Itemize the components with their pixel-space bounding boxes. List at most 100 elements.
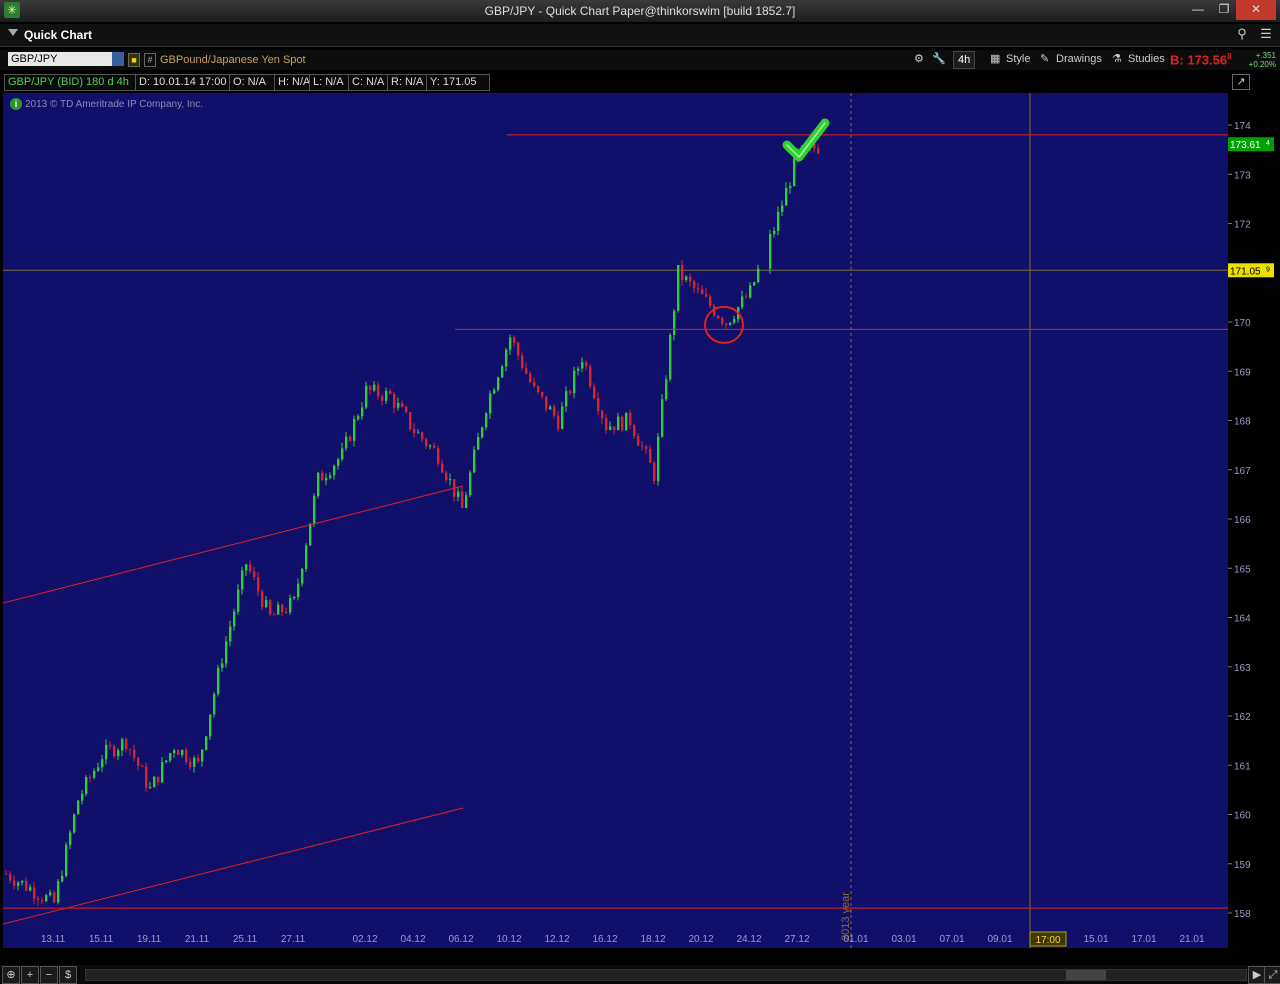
candle-body [89,777,92,779]
candle-body [793,158,796,187]
candle-body [557,415,560,429]
candle-body [693,281,696,289]
expand-icon[interactable]: ⤢ [1264,966,1280,984]
candle-body [465,495,468,508]
candle-body [221,663,224,668]
collapse-arrow-icon[interactable] [8,29,18,36]
candle-body [513,337,516,343]
x-tick-label: 24.12 [736,934,761,945]
candle-body [361,407,364,417]
y-tick-label: 165 [1234,564,1251,575]
candle-body [293,597,296,599]
timeframe-button[interactable]: 4h [953,51,976,69]
wrench-icon[interactable]: 🔧 [932,51,946,67]
settings-icon[interactable]: ⚙ [914,51,924,67]
drawings-button[interactable]: Drawings [1056,51,1102,67]
candle-body [509,337,512,350]
candle-body [437,448,440,464]
price-change: +.351 +0.20% [1246,51,1276,69]
candle-body [61,875,64,882]
candle-body [157,776,160,783]
dollar-icon[interactable]: $ [59,966,77,984]
price-label-suffix: 9 [1266,266,1270,273]
candle-body [449,479,452,481]
candle-body [529,373,532,382]
scroll-thumb[interactable] [1066,970,1106,980]
candle-body [129,749,132,751]
candle-body [25,880,28,891]
candle-body [573,370,576,394]
candle-body [409,412,412,430]
menu-icon[interactable]: ☰ [1256,26,1276,44]
change-percent: +0.20% [1248,60,1276,69]
pencil-icon[interactable]: ✎ [1040,51,1049,67]
candle-body [85,777,88,794]
quick-chart-header: Quick Chart ⚲ ☰ [0,24,1280,47]
candle-body [705,294,708,297]
chart-canvas[interactable]: 2013 year 17:00 13.11 15.11 19.11 21.11 25.11… [2,93,1228,948]
candle-body [357,416,360,420]
candle-body [57,881,60,903]
price-chart[interactable]: 2013 year 17:00 13.11 15.11 19.11 21.11 25.11… [2,93,1228,948]
candle-body [109,744,112,747]
x-tick-label: 07.01 [939,934,964,945]
candle-body [497,377,500,390]
candle-body [277,604,280,615]
cursor-time-label: 17:00 [1035,935,1060,946]
hash-icon[interactable]: # [144,53,156,67]
candle-body [169,753,172,761]
flask-icon[interactable]: ⚗ [1112,51,1122,67]
symbol-description: GBPound/Japanese Yen Spot [160,54,306,66]
candle-body [569,391,572,394]
time-scrollbar[interactable] [85,969,1247,981]
candle-body [37,898,40,900]
crosshair-icon[interactable]: ⊕ [2,966,20,984]
info-y: Y: 171.05 [426,74,490,91]
x-tick-label: 16.12 [592,934,617,945]
chart-background [3,93,1228,948]
candle-body [645,446,648,449]
candle-body [353,419,356,441]
candle-body [753,282,756,286]
candle-body [585,362,588,367]
minimize-icon[interactable]: — [1184,0,1212,20]
candle-body [729,322,732,325]
window-titlebar: ✳ GBP/JPY - Quick Chart Paper@thinkorswi… [0,0,1280,22]
maximize-icon[interactable]: ❐ [1210,0,1238,20]
candle-body [637,436,640,446]
zoom-in-icon[interactable]: + [21,966,39,984]
candle-body [97,767,100,772]
style-icon[interactable]: ▦ [990,51,1000,67]
bid-price: B: 173.568 [1170,52,1232,68]
candle-body [457,491,460,497]
symbol-input[interactable]: GBP/JPY [8,52,115,66]
x-tick-label: 20.12 [688,934,713,945]
zoom-out-icon[interactable]: − [40,966,58,984]
candle-body [81,793,84,801]
candle-body [785,187,788,206]
pin-icon[interactable]: ⚲ [1232,26,1252,44]
candle-body [613,426,616,431]
candle-body [461,491,464,508]
y-tick-label: 172 [1234,220,1251,231]
candle-body [377,384,380,397]
studies-button[interactable]: Studies [1128,51,1165,67]
candle-body [541,391,544,397]
style-button[interactable]: Style [1006,51,1030,67]
candle-body [481,427,484,438]
symbol-dropdown-icon[interactable] [112,52,124,66]
candle-body [385,390,388,401]
candle-body [41,899,44,902]
candle-body [21,880,24,883]
info-close: C: N/A [348,74,392,91]
candle-body [533,381,536,387]
chart-drawing-tool-icon[interactable]: ↗ [1232,74,1250,90]
info-icon[interactable]: i [10,98,22,110]
candle-body [493,389,496,394]
x-tick-label: 13.11 [41,934,66,945]
candle-body [333,465,336,476]
candle-body [677,264,680,311]
candle-body [673,310,676,335]
link-icon[interactable]: ■ [128,53,140,67]
close-icon[interactable]: ✕ [1236,0,1276,20]
